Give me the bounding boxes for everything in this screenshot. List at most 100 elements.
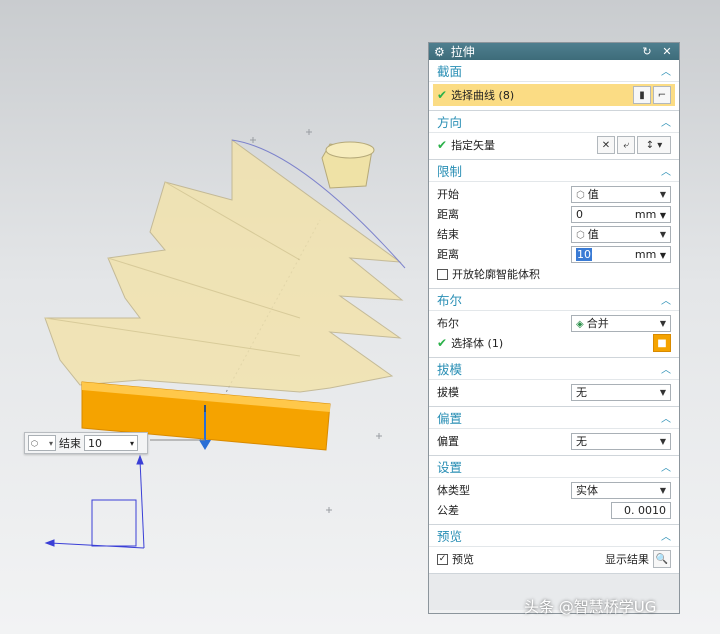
boolean-dropdown[interactable]: ◈ 合并 ▼ [571, 314, 671, 332]
offset-dropdown[interactable]: 无 ▼ [571, 432, 671, 450]
offset-section: 偏置 ︿ 偏置 无 ▼ [429, 407, 679, 456]
draft-dropdown[interactable]: 无 ▼ [571, 383, 671, 401]
chevron-up-icon[interactable]: ︿ [661, 361, 671, 376]
reverse-direction-icon[interactable]: ✕ [597, 136, 615, 154]
open-profile-checkbox[interactable] [437, 268, 448, 280]
chevron-down-icon: ▼ [659, 318, 666, 328]
chevron-down-icon: ▾ [48, 438, 53, 448]
end-distance-input[interactable]: 10 mm ▼ [571, 245, 671, 263]
unite-icon: ◈ [576, 319, 584, 330]
end-distance-value: 10 [576, 247, 592, 261]
section-section: 截面 ︿ ✔ 选择曲线 (8) ▮ ⌐ [429, 60, 679, 111]
direction-section-header[interactable]: 方向 ︿ [429, 111, 679, 133]
boolean-section-title: 布尔 [437, 293, 463, 308]
distance2-label: 距离 [437, 248, 459, 261]
watermark: 头条 @智慧桥学UG [524, 598, 657, 616]
start-distance-unit: mm [634, 207, 657, 221]
start-distance-input[interactable]: 0 mm ▼ [571, 205, 671, 223]
draft-label: 拔模 [437, 386, 459, 399]
dialog-titlebar[interactable]: ⚙ 拉伸 ↻ ✕ [429, 43, 679, 60]
preview-section-title: 预览 [437, 529, 463, 544]
datum-csys [44, 454, 145, 549]
settings-section-title: 设置 [437, 460, 463, 475]
chevron-up-icon[interactable]: ︿ [661, 114, 671, 129]
limits-section-title: 限制 [437, 164, 463, 179]
close-icon[interactable]: ✕ [660, 45, 674, 58]
floating-end-input[interactable]: ⬡ ▾ 结束 10 ▾ [24, 432, 148, 454]
boolean-label: 布尔 [437, 317, 459, 330]
show-result-label: 显示结果 [605, 553, 649, 566]
offset-label: 偏置 [437, 435, 459, 448]
chevron-down-icon: ▼ [659, 485, 666, 495]
section-section-header[interactable]: 截面 ︿ [429, 60, 679, 82]
select-curve-row[interactable]: ✔ 选择曲线 (8) ▮ ⌐ [433, 84, 675, 106]
settings-section: 设置 ︿ 体类型 实体 ▼ 公差 0. 0010 [429, 456, 679, 525]
tolerance-input[interactable]: 0. 0010 [611, 501, 671, 519]
vector-type-dropdown[interactable]: ↕ ▾ [637, 136, 671, 154]
chevron-down-icon[interactable]: ▼ [660, 211, 666, 220]
check-icon: ✔ [437, 88, 448, 102]
offset-section-title: 偏置 [437, 411, 463, 426]
distance1-row: 距离 0 mm ▼ [437, 204, 671, 224]
chevron-up-icon[interactable]: ︿ [661, 292, 671, 307]
end-distance-unit: mm [634, 247, 657, 261]
chevron-down-icon: ▼ [659, 189, 666, 199]
boolean-section-header[interactable]: 布尔 ︿ [429, 289, 679, 311]
draft-section-header[interactable]: 拔模 ︿ [429, 358, 679, 380]
cube-icon: ⬡ [576, 190, 585, 201]
start-label: 开始 [437, 188, 459, 201]
specify-vector-label: 指定矢量 [451, 139, 496, 152]
direction-section-title: 方向 [437, 115, 463, 130]
start-distance-value: 0 [576, 207, 583, 221]
preview-checkbox[interactable]: ✓ [437, 553, 448, 565]
direction-section: 方向 ︿ ✔ 指定矢量 ✕ ⤶ ↕ ▾ [429, 111, 679, 160]
select-body-row[interactable]: ✔ 选择体 (1) ■ [437, 333, 671, 353]
section-sketch-icon[interactable]: ▮ [633, 86, 651, 104]
cube-icon: ⬡ [576, 230, 585, 241]
preview-section: 预览 ︿ ✓ 预览 显示结果 🔍 [429, 525, 679, 574]
chevron-up-icon[interactable]: ︿ [661, 163, 671, 178]
draft-section-title: 拔模 [437, 362, 463, 377]
body-type-row: 体类型 实体 ▼ [437, 480, 671, 500]
section-section-title: 截面 [437, 64, 463, 79]
preview-section-header[interactable]: 预览 ︿ [429, 525, 679, 547]
end-row: 结束 ⬡ 值 ▼ [437, 224, 671, 244]
select-curve-label: 选择曲线 (8) [451, 89, 515, 102]
start-type-dropdown[interactable]: ⬡ 值 ▼ [571, 185, 671, 203]
preview-row: ✓ 预览 显示结果 🔍 [437, 549, 671, 569]
boolean-section: 布尔 ︿ 布尔 ◈ 合并 ▼ ✔ 选择体 (1) ■ [429, 289, 679, 358]
open-profile-row[interactable]: 开放轮廓智能体积 [437, 264, 671, 284]
chevron-down-icon: ▼ [659, 229, 666, 239]
preview-label: 预览 [452, 553, 474, 566]
limits-section-header[interactable]: 限制 ︿ [429, 160, 679, 182]
draft-row: 拔模 无 ▼ [437, 382, 671, 402]
solid-body-icon[interactable]: ■ [653, 334, 671, 352]
start-row: 开始 ⬡ 值 ▼ [437, 184, 671, 204]
boolean-value: 合并 [586, 317, 609, 330]
chevron-up-icon[interactable]: ︿ [661, 63, 671, 78]
cube-icon: ⬡ [31, 438, 38, 448]
chevron-up-icon[interactable]: ︿ [661, 410, 671, 425]
body-type-value: 实体 [576, 484, 598, 497]
body-type-dropdown[interactable]: 实体 ▼ [571, 481, 671, 499]
vector-dialog-icon[interactable]: ⤶ [617, 136, 635, 154]
top-cylinder[interactable] [321, 141, 375, 189]
float-end-value-text: 10 [88, 436, 102, 450]
chevron-down-icon[interactable]: ▼ [660, 251, 666, 260]
gear-icon[interactable]: ⚙ [434, 45, 445, 59]
offset-section-header[interactable]: 偏置 ︿ [429, 407, 679, 429]
chevron-up-icon[interactable]: ︿ [661, 528, 671, 543]
end-type-dropdown[interactable]: ⬡ 值 ▼ [571, 225, 671, 243]
settings-section-header[interactable]: 设置 ︿ [429, 456, 679, 478]
float-end-label: 结束 [59, 437, 81, 450]
curve-rule-icon[interactable]: ⌐ [653, 86, 671, 104]
limit-type-dropdown[interactable]: ⬡ ▾ [28, 435, 56, 451]
draft-value: 无 [576, 386, 587, 399]
magnifier-icon[interactable]: 🔍 [653, 550, 671, 568]
start-type-value: 值 [587, 188, 599, 201]
float-end-value[interactable]: 10 ▾ [84, 435, 138, 451]
specify-vector-row[interactable]: ✔ 指定矢量 ✕ ⤶ ↕ ▾ [437, 135, 671, 155]
tolerance-row: 公差 0. 0010 [437, 500, 671, 520]
chevron-up-icon[interactable]: ︿ [661, 459, 671, 474]
reset-icon[interactable]: ↻ [640, 45, 654, 58]
